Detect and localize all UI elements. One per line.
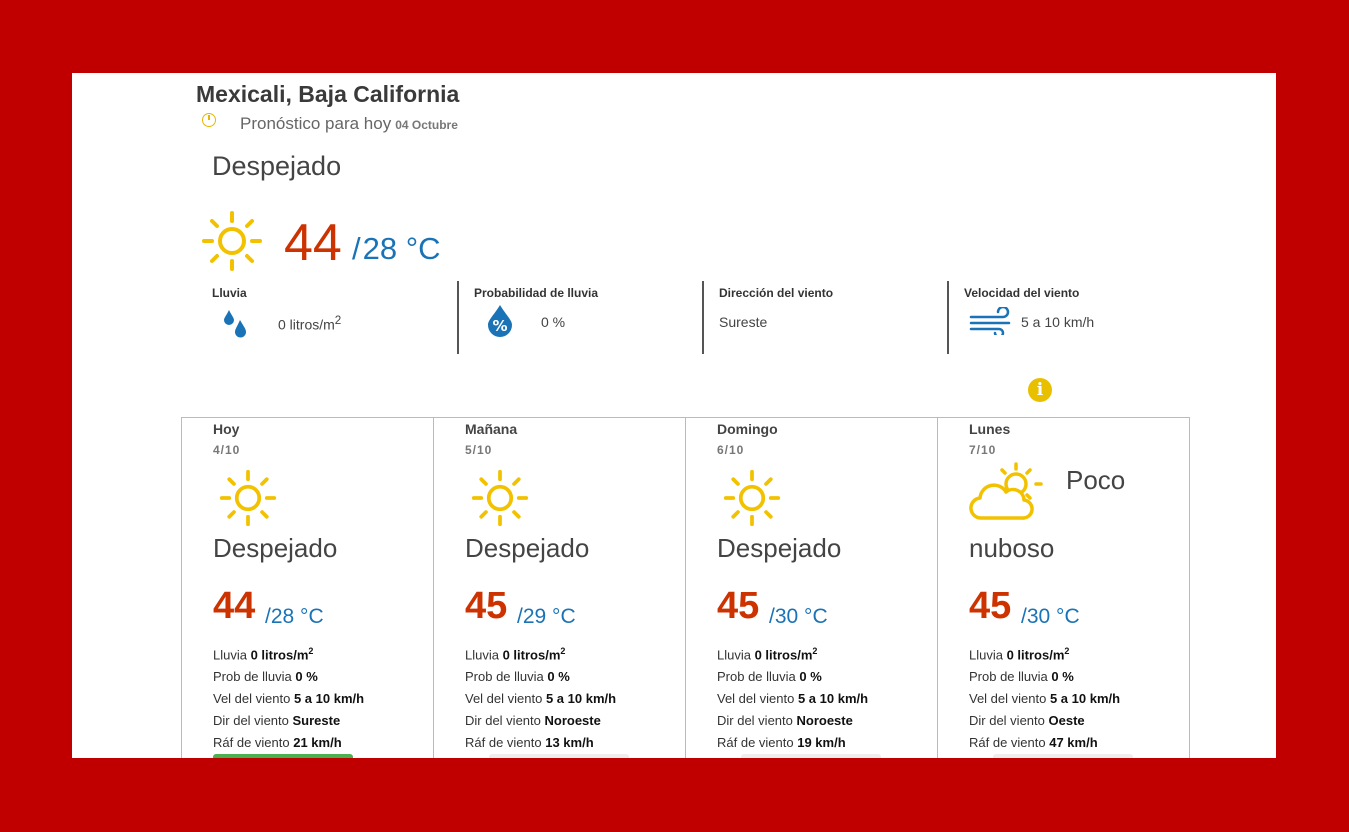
- today-condition: Despejado: [212, 151, 342, 181]
- card-min-temp: /30 °C: [769, 605, 828, 628]
- stat-rain-probability: Probabilidad de lluvia % 0 %: [457, 281, 702, 354]
- forecast-subtitle: Pronóstico para hoy 04 Octubre: [202, 113, 458, 134]
- card-action-button[interactable]: [741, 754, 881, 758]
- forecast-card: Mañana 5/10 Despejado 45 /29 °C Lluvia 0…: [433, 417, 686, 758]
- card-min-temp: /30 °C: [1021, 605, 1080, 628]
- stat-rain: Lluvia 0 litros/m2: [212, 281, 457, 354]
- stat-rain-value: 0 litros/m: [278, 316, 335, 333]
- card-min-temp: /29 °C: [517, 605, 576, 628]
- card-condition-line2: nuboso: [969, 533, 1055, 563]
- card-condition: Despejado: [717, 533, 842, 563]
- card-details: Lluvia 0 litros/m2 Prob de lluvia 0 % Ve…: [213, 646, 365, 751]
- card-date: 4/10: [213, 443, 241, 457]
- card-day: Hoy: [213, 421, 240, 437]
- card-date: 5/10: [465, 443, 493, 457]
- card-max-temp: 45: [969, 585, 1012, 627]
- card-max-temp: 45: [465, 585, 508, 627]
- card-max-temp: 45: [717, 585, 760, 627]
- card-min-temp: /28 °C: [265, 605, 324, 628]
- svg-text:%: %: [492, 317, 507, 335]
- card-condition: Despejado: [465, 533, 590, 563]
- forecast-label: Pronóstico para hoy: [240, 114, 392, 133]
- card-action-button[interactable]: [993, 754, 1133, 758]
- sun-icon: [723, 469, 781, 527]
- forecast-date: 04 Octubre: [395, 118, 458, 132]
- card-action-button[interactable]: [489, 754, 629, 758]
- today-min-temp: /28 °C: [352, 231, 441, 266]
- weather-panel: Mexicali, Baja California Pronóstico par…: [72, 73, 1276, 758]
- stat-wind-direction: Dirección del viento Sureste: [702, 281, 947, 354]
- forecast-card: Domingo 6/10 Despejado 45 /30 °C Lluvia …: [685, 417, 938, 758]
- card-max-temp: 44: [213, 585, 256, 627]
- stat-direction-value: Sureste: [719, 314, 768, 330]
- card-action-button[interactable]: [213, 754, 353, 758]
- card-condition-line1: Poco: [1066, 465, 1126, 495]
- card-day: Mañana: [465, 421, 518, 437]
- card-details: Lluvia 0 litros/m2 Prob de lluvia 0 % Ve…: [465, 646, 617, 751]
- today-max-temp: 44: [284, 214, 342, 272]
- card-date: 6/10: [717, 443, 745, 457]
- card-day: Lunes: [969, 421, 1011, 437]
- stat-speed-value: 5 a 10 km/h: [1021, 314, 1095, 330]
- rain-drops-icon: [224, 310, 246, 338]
- percent-drop-icon: %: [488, 305, 512, 337]
- wind-icon: [969, 307, 1011, 335]
- card-day: Domingo: [717, 421, 778, 437]
- stat-prob-value: 0 %: [541, 314, 566, 330]
- stat-wind-speed: Velocidad del viento 5 a 10 km/h: [947, 281, 1192, 354]
- forecast-cards: Hoy 4/10 Despejado 44 /28 °C Lluvia 0 li…: [181, 417, 1190, 758]
- clock-icon: [202, 113, 216, 127]
- location-title: Mexicali, Baja California: [196, 81, 460, 107]
- today-stats: Lluvia 0 litros/m2 Probabilidad de lluvi…: [212, 281, 1192, 354]
- sun-icon: [202, 211, 262, 271]
- info-icon[interactable]: i: [1028, 378, 1052, 402]
- partly-cloudy-icon: [969, 462, 1043, 520]
- card-date: 7/10: [969, 443, 997, 457]
- sun-icon: [471, 469, 529, 527]
- card-condition: Despejado: [213, 533, 338, 563]
- sun-icon: [219, 469, 277, 527]
- card-details: Lluvia 0 litros/m2 Prob de lluvia 0 % Ve…: [717, 646, 869, 751]
- card-details: Lluvia 0 litros/m2 Prob de lluvia 0 % Ve…: [969, 646, 1121, 751]
- forecast-card: Lunes 7/10 Poco nuboso 45 /30 °C Lluvia …: [937, 417, 1190, 758]
- forecast-card: Hoy 4/10 Despejado 44 /28 °C Lluvia 0 li…: [181, 417, 434, 758]
